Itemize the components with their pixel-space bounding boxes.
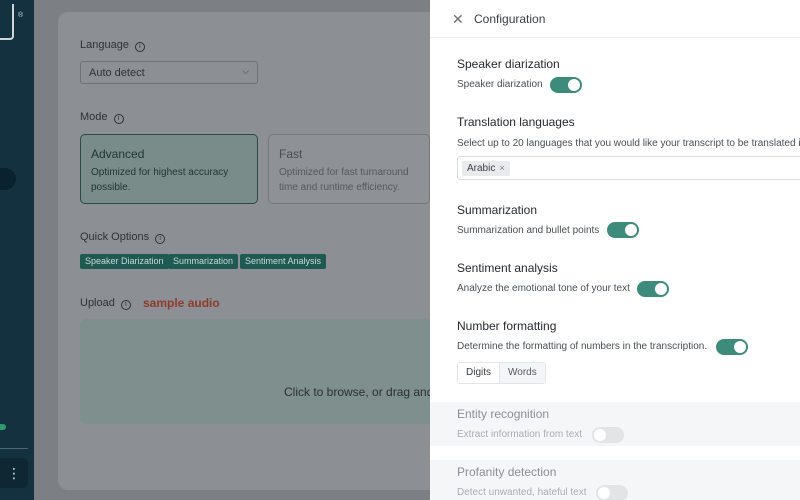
language-select-value: Auto detect — [89, 67, 145, 79]
more-options-icon[interactable]: ⋮ — [0, 458, 28, 488]
number-format-option-digits[interactable]: Digits — [458, 363, 501, 383]
language-select[interactable]: Auto detect ⌵ — [80, 61, 258, 84]
info-icon[interactable]: i — [155, 234, 166, 244]
sentiment-analysis-title: Sentiment analysis — [457, 261, 558, 275]
configuration-panel: ✕ Configuration Speaker diarization Spea… — [430, 0, 800, 500]
entity-recognition-desc: Extract information from text — [457, 429, 583, 440]
entity-recognition-title: Entity recognition — [457, 407, 550, 421]
chevron-down-icon: ⌵ — [242, 66, 249, 76]
entity-recognition-toggle[interactable] — [592, 427, 624, 443]
mode-title: Advanced — [91, 147, 145, 161]
upload-dropzone[interactable]: Click to browse, or drag and — [80, 319, 434, 424]
profanity-detection-toggle[interactable] — [596, 485, 628, 500]
speaker-diarization-toggle[interactable] — [550, 77, 582, 93]
upload-label: Upload i — [80, 297, 131, 310]
quick-options-label: Quick Options i — [80, 231, 166, 244]
speaker-diarization-desc: Speaker diarization — [457, 79, 543, 90]
panel-header: ✕ Configuration — [430, 0, 800, 38]
quick-option-chip[interactable]: Speaker Diarization — [80, 254, 169, 269]
quick-option-chip[interactable]: Summarization — [168, 254, 239, 269]
number-formatting-desc: Determine the formatting of numbers in t… — [457, 341, 708, 352]
number-format-option-words[interactable]: Words — [500, 363, 545, 383]
quick-option-chip[interactable]: Sentiment Analysis — [240, 254, 327, 269]
mode-label: Mode i — [80, 111, 124, 124]
mode-description: Optimized for highest accuracy possible. — [91, 167, 229, 193]
sidebar-divider — [0, 448, 28, 449]
app-sidebar: ® ⋮ — [0, 0, 34, 500]
sentiment-analysis-desc: Analyze the emotional tone of your text — [457, 283, 630, 294]
sentiment-analysis-toggle[interactable] — [637, 281, 669, 297]
mode-title: Fast — [279, 147, 303, 161]
number-formatting-toggle[interactable] — [716, 339, 748, 355]
dropzone-text: Click to browse, or drag and — [284, 385, 434, 399]
profanity-detection-title: Profanity detection — [457, 465, 557, 479]
language-tag-label: Arabic — [467, 163, 496, 174]
mode-description: Optimized for fast turnaround time and r… — [279, 167, 409, 193]
info-icon[interactable]: i — [120, 300, 131, 310]
info-icon[interactable]: i — [113, 114, 124, 124]
translation-languages-desc: Select up to 20 languages that you would… — [457, 138, 800, 149]
status-indicator — [0, 424, 6, 430]
sidebar-active-indicator — [0, 168, 16, 190]
number-format-selector: Digits Words — [457, 362, 546, 384]
summarization-title: Summarization — [457, 203, 538, 217]
summarization-desc: Summarization and bullet points — [457, 225, 600, 236]
registered-mark: ® — [18, 12, 24, 19]
profanity-detection-desc: Detect unwanted, hateful text — [457, 487, 587, 498]
number-formatting-title: Number formatting — [457, 319, 557, 333]
speaker-diarization-title: Speaker diarization — [457, 57, 560, 71]
panel-title: Configuration — [474, 12, 546, 26]
mode-card-advanced[interactable]: Advanced Optimized for highest accuracy … — [80, 134, 258, 204]
remove-tag-icon[interactable]: × — [499, 163, 504, 173]
mode-card-fast[interactable]: Fast Optimized for fast turnaround time … — [268, 134, 430, 204]
translation-languages-title: Translation languages — [457, 115, 575, 129]
close-icon[interactable]: ✕ — [452, 11, 464, 28]
info-icon[interactable]: i — [134, 42, 145, 52]
language-tag: Arabic × — [462, 161, 510, 176]
app-logo[interactable] — [0, 4, 14, 40]
summarization-toggle[interactable] — [607, 222, 639, 238]
language-label: Language i — [80, 39, 145, 52]
sample-audio-link[interactable]: sample audio — [143, 296, 220, 310]
translation-languages-input[interactable]: Arabic × — [457, 156, 800, 180]
